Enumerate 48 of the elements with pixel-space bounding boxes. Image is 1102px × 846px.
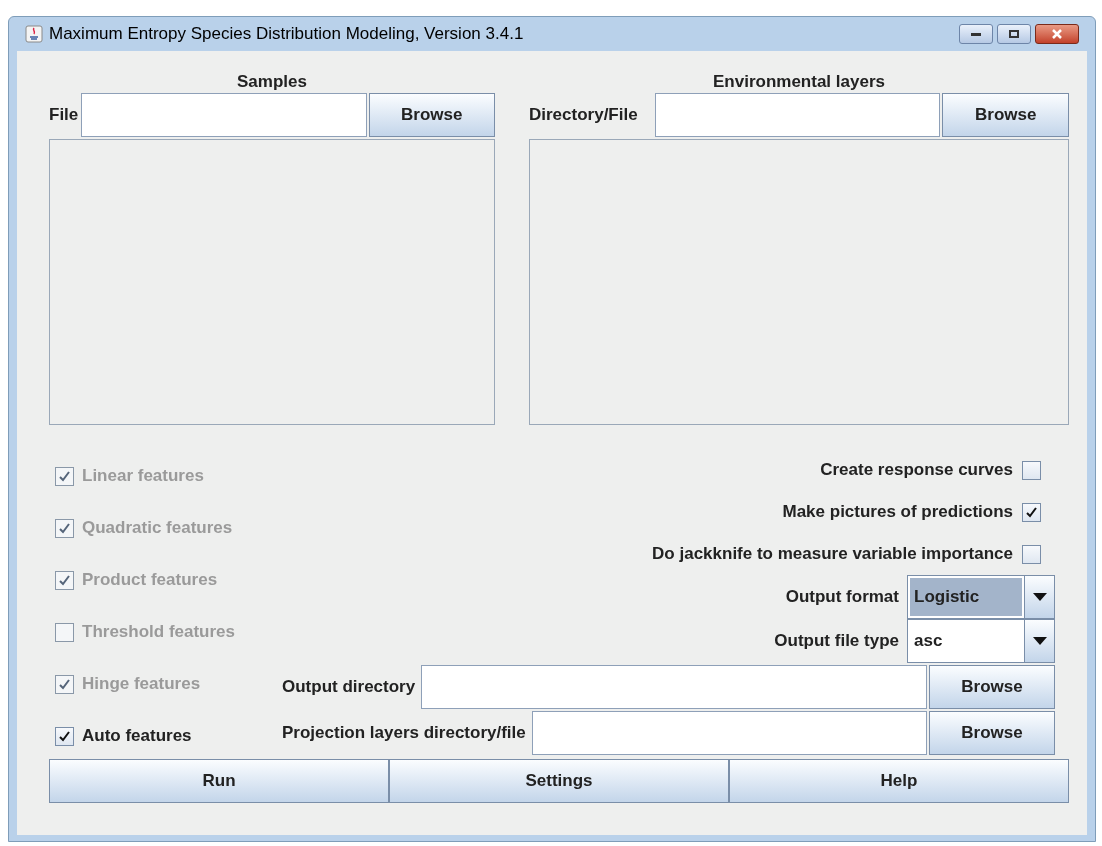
- file-field[interactable]: [654, 93, 941, 137]
- checkbox[interactable]: [1022, 460, 1041, 480]
- checkbox[interactable]: [1022, 502, 1041, 522]
- check-icon: [58, 730, 71, 742]
- checkbox-label: Threshold features: [82, 621, 236, 644]
- check-icon: [58, 522, 71, 534]
- browse-button[interactable]: Browse: [942, 93, 1069, 137]
- checkbox[interactable]: [1022, 544, 1041, 564]
- checkbox-label: Product features: [82, 569, 218, 592]
- caret-icon: [1032, 637, 1047, 645]
- dropdown[interactable]: asc: [907, 619, 1055, 663]
- section-heading: Samples: [236, 71, 308, 91]
- window-title: Maximum Entropy Species Distribution Modeling, Version 3.4.1: [49, 23, 524, 46]
- file-field[interactable]: [80, 93, 367, 137]
- checkbox-label: Auto features: [82, 725, 192, 748]
- checkbox-label: Create response curves: [820, 459, 1013, 482]
- checkbox-label: Quadratic features: [82, 517, 233, 540]
- path-field[interactable]: [421, 665, 927, 709]
- path-field[interactable]: [531, 711, 927, 755]
- minimize-button[interactable]: [959, 24, 993, 44]
- check-icon: [58, 574, 71, 586]
- dropdown-label: Output format: [785, 586, 899, 609]
- browse-button[interactable]: Browse: [929, 665, 1055, 709]
- field-label: Directory/File: [529, 104, 639, 127]
- maximize-button[interactable]: [997, 24, 1031, 44]
- field-label: Output directory: [282, 676, 416, 699]
- check-icon: [58, 678, 71, 690]
- action-button[interactable]: Settings: [389, 759, 729, 803]
- checkbox-label: Hinge features: [82, 673, 201, 696]
- browse-button[interactable]: Browse: [368, 93, 495, 137]
- browse-button[interactable]: Browse: [929, 711, 1055, 755]
- close-button[interactable]: [1035, 24, 1079, 44]
- action-button[interactable]: Run: [49, 759, 389, 803]
- caret-icon: [1032, 593, 1047, 601]
- checkbox-label: Do jackknife to measure variable importance: [652, 543, 1013, 566]
- field-label: File: [49, 104, 80, 127]
- action-button[interactable]: Help: [729, 759, 1069, 803]
- check-icon: [1025, 506, 1038, 518]
- close-icon: [1051, 29, 1063, 39]
- check-icon: [58, 470, 71, 482]
- dropdown-label: Output file type: [774, 630, 899, 653]
- app-icon: [25, 25, 43, 43]
- field-label: Projection layers directory/file: [282, 722, 526, 745]
- dropdown[interactable]: Logistic: [907, 575, 1055, 619]
- section-heading: Environmental layers: [712, 71, 886, 91]
- checkbox-label: Linear features: [82, 465, 204, 488]
- checkbox[interactable]: [55, 726, 74, 746]
- checkbox-label: Make pictures of predictions: [782, 501, 1013, 524]
